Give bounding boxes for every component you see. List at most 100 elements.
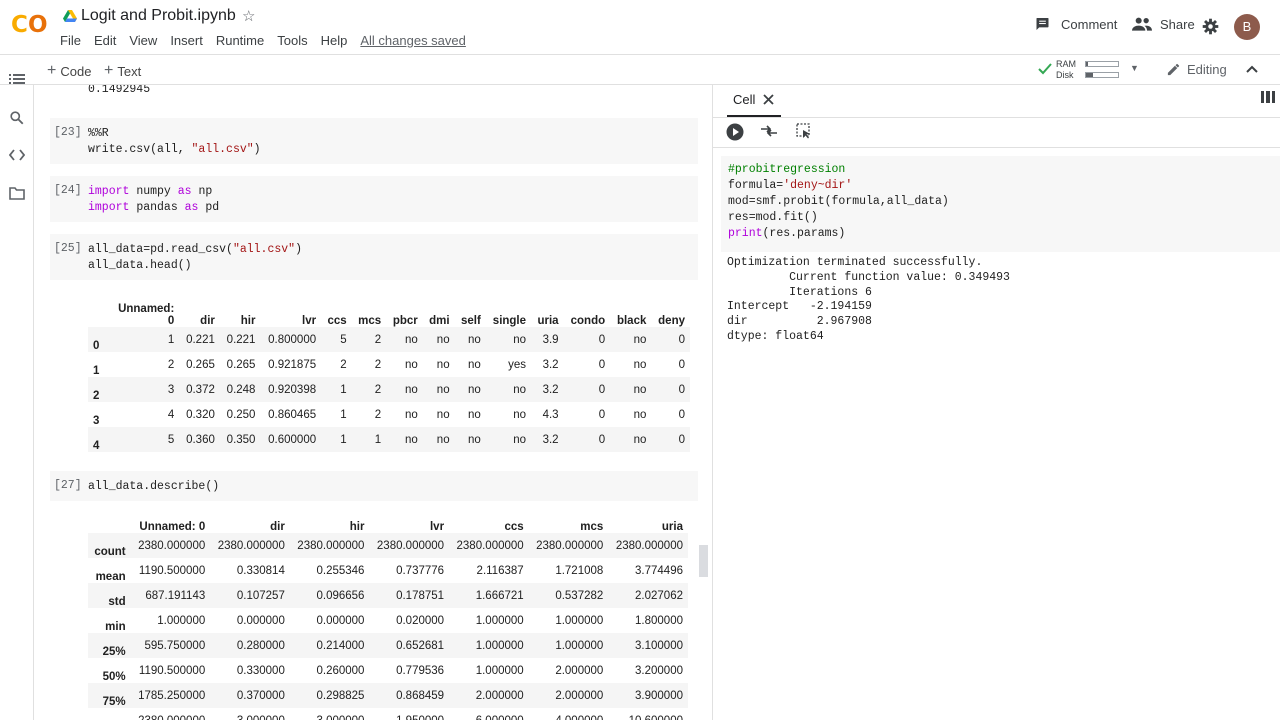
toc-icon[interactable] <box>9 72 25 86</box>
table-cell: 3.774496 <box>635 564 683 577</box>
cell-execution-count: [23] <box>54 126 82 139</box>
dropdown-caret-icon[interactable]: ▼ <box>1130 63 1139 73</box>
table-cell: no <box>436 408 450 421</box>
comment-icon <box>1036 18 1049 30</box>
disk-bar <box>1085 72 1119 78</box>
notebook-title[interactable]: Logit and Probit.ipynb <box>81 7 236 25</box>
table-cell: no <box>610 427 652 452</box>
menu-view[interactable]: View <box>129 33 157 48</box>
table-cell: 1.950000 <box>369 708 449 720</box>
cell-code[interactable]: all_data.describe() <box>88 479 219 495</box>
table-cell: no <box>485 327 532 352</box>
editing-mode-button[interactable]: Editing <box>1166 62 1227 77</box>
table-cell: 0 <box>563 327 611 352</box>
tab-cell[interactable]: Cell <box>733 92 775 107</box>
table-cell: 0.000000 <box>236 614 285 627</box>
table-cell: 0 <box>563 427 611 452</box>
table-cell: 0.800000 <box>260 327 322 352</box>
split-view-icon[interactable] <box>1261 91 1275 103</box>
table-cell: 0.737776 <box>396 564 445 577</box>
table-cell: 0 <box>651 327 690 352</box>
menu-runtime[interactable]: Runtime <box>216 33 264 48</box>
table-cell: 0.265 <box>226 358 256 371</box>
table-row: max2380.0000003.0000003.0000001.9500006.… <box>88 708 688 720</box>
menu-edit[interactable]: Edit <box>94 33 116 48</box>
table-cell: 1.000000 <box>475 664 524 677</box>
table-cell: 0.370000 <box>210 683 290 708</box>
add-text-button[interactable]: + Text <box>104 62 141 80</box>
code-snippets-icon[interactable] <box>9 148 25 162</box>
left-sidebar <box>0 74 34 720</box>
share-button[interactable]: Share <box>1132 16 1195 32</box>
table-row: 1 2 0.265 0.265 0.921875 2 2 no no no yes 3.2 0 no 0 <box>88 352 690 378</box>
code-cell[interactable]: [23] %%R write.csv(all, "all.csv") <box>50 118 698 164</box>
save-status-link[interactable]: All changes saved <box>360 33 466 48</box>
star-icon[interactable]: ☆ <box>242 7 255 25</box>
editing-label: Editing <box>1187 62 1227 77</box>
add-code-button[interactable]: + Code <box>47 62 91 80</box>
menu-tools[interactable]: Tools <box>277 33 307 48</box>
disk-bar-fill <box>1086 73 1094 77</box>
table-cell: 3.2 <box>531 377 564 402</box>
close-icon[interactable] <box>763 94 775 105</box>
table-cell: 2380.000000 <box>289 533 370 558</box>
table-cell: 3.100000 <box>608 633 688 658</box>
table-cell: 0.860465 <box>268 408 317 421</box>
column-header: dir <box>270 521 285 533</box>
table-cell: no <box>436 358 450 371</box>
folder-icon[interactable] <box>9 187 25 200</box>
table-corner-cell <box>88 290 110 327</box>
row-index: min <box>105 621 126 633</box>
select-area-icon[interactable] <box>796 123 812 139</box>
ram-label: RAM <box>1056 59 1076 69</box>
menu-insert[interactable]: Insert <box>170 33 203 48</box>
column-header: mcs <box>358 315 382 327</box>
table-cell: 1190.500000 <box>138 664 206 677</box>
chevron-up-icon[interactable] <box>1245 63 1259 75</box>
column-header: ccs <box>504 521 524 533</box>
table-cell: no <box>422 327 455 352</box>
panel-code-editor[interactable]: #probitregression formula='deny~dir' mod… <box>721 156 1280 252</box>
table-cell: 2 <box>351 327 387 352</box>
table-cell: 2380.000000 <box>210 533 290 558</box>
cell-code[interactable]: all_data=pd.read_csv("all.csv") all_data… <box>88 242 302 274</box>
run-cell-icon[interactable] <box>726 123 744 141</box>
column-header: hir <box>240 315 256 327</box>
table-cell: 2.000000 <box>528 683 609 708</box>
gear-icon[interactable] <box>1202 18 1219 35</box>
table-cell: 0.920398 <box>260 377 322 402</box>
swap-arrows-icon[interactable] <box>760 124 778 138</box>
table-cell: no <box>386 377 423 402</box>
cell-code[interactable]: import numpy as np import pandas as pd <box>88 184 219 216</box>
colab-logo[interactable]: CO <box>11 12 49 38</box>
pencil-icon <box>1167 63 1180 76</box>
avatar[interactable]: B <box>1234 14 1260 40</box>
search-icon[interactable] <box>9 110 24 125</box>
menu-bar: File Edit View Insert Runtime Tools Help… <box>60 33 479 48</box>
output-scrollbar[interactable] <box>699 545 708 577</box>
table-cell: 0.020000 <box>396 614 445 627</box>
code-cell[interactable]: [24] import numpy as np import pandas as… <box>50 176 698 222</box>
code-cell[interactable]: [27] all_data.describe() <box>50 471 698 501</box>
table-cell: no <box>468 408 481 421</box>
table-cell: 0.178751 <box>369 583 450 608</box>
table-cell: 1 <box>321 377 352 402</box>
menu-file[interactable]: File <box>60 33 81 48</box>
column-header: self <box>460 315 481 327</box>
resource-monitor[interactable]: RAM Disk ▼ <box>1038 58 1143 82</box>
table-cell: 0 <box>678 408 685 421</box>
table-cell: 1785.250000 <box>130 683 211 708</box>
table-cell: 2.000000 <box>449 683 529 708</box>
table-cell: 2 <box>340 358 347 371</box>
table-cell: no <box>454 427 486 452</box>
column-header: Unnamed: 0 <box>139 521 206 533</box>
menu-help[interactable]: Help <box>321 33 348 48</box>
code-cell[interactable]: [25] all_data=pd.read_csv("all.csv") all… <box>50 234 698 280</box>
cell-code[interactable]: %%R write.csv(all, "all.csv") <box>88 126 261 158</box>
table-row: std 687.191143 0.107257 0.096656 0.178751 1.6… <box>88 583 688 608</box>
cell-execution-count: [27] <box>54 479 82 492</box>
table-cell: 0.360 <box>179 427 220 452</box>
comment-button[interactable]: Comment <box>1034 16 1117 32</box>
table-cell: 3.900000 <box>608 683 688 708</box>
column-header: pbcr <box>392 315 418 327</box>
